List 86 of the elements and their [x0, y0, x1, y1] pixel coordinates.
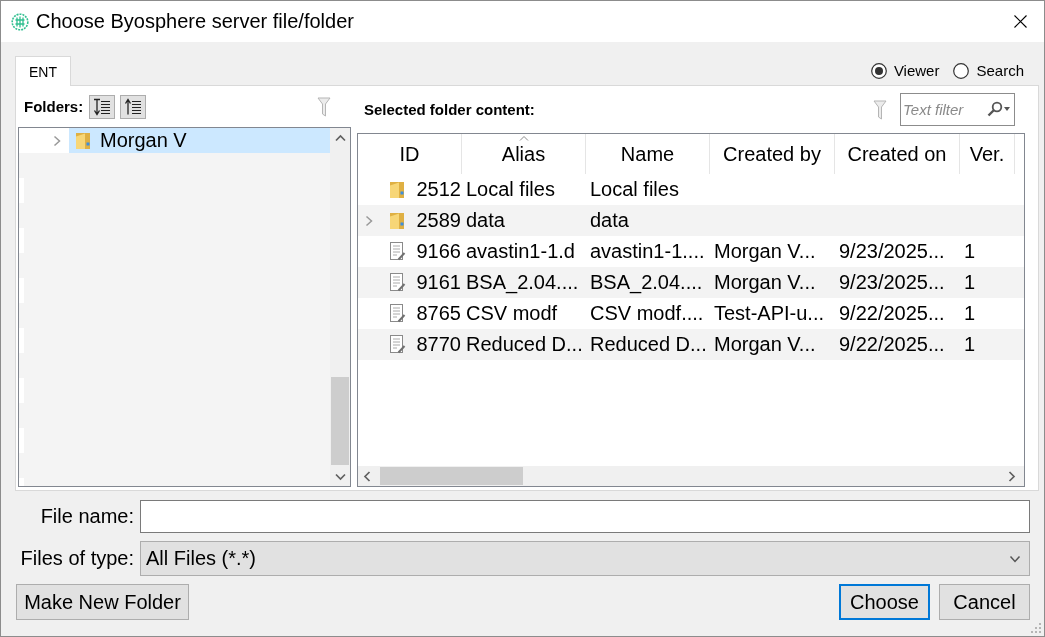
close-icon[interactable]: [1014, 15, 1027, 28]
window-title: Choose Byosphere server file/folder: [36, 10, 354, 33]
table-cell-text: 1: [963, 302, 976, 325]
column-header[interactable]: ID: [358, 134, 462, 174]
id-cell: 9166: [416, 240, 462, 263]
scrollbar-thumb[interactable]: [331, 377, 349, 465]
tab[interactable]: ENT: [15, 56, 71, 86]
table-cell-text: Morgan V...: [713, 333, 816, 356]
tree-item[interactable]: Morgan V: [69, 128, 330, 153]
sort-down-button[interactable]: [89, 94, 116, 119]
table-cell-text: data: [589, 209, 629, 232]
chevron-right-icon[interactable]: [53, 134, 61, 147]
column-header[interactable]: Created on: [835, 134, 960, 174]
app-logo-icon: [11, 12, 29, 31]
field-label: Files of type:: [20, 547, 134, 570]
column-header[interactable]: Name: [586, 134, 710, 174]
column-header[interactable]: Ver.: [960, 134, 1015, 174]
document-icon: [389, 335, 406, 354]
table-row[interactable]: 8765 CSV modf CSV modf.... Test-API-u... 9/22/2025... 1: [358, 298, 1024, 329]
document-icon: [389, 242, 406, 261]
radio-icon[interactable]: [953, 62, 970, 79]
table-cell-text: Morgan V...: [713, 271, 816, 294]
table-cell-text: avastin1-1....: [589, 240, 705, 263]
table-cell-text: Reduced D...: [465, 333, 583, 356]
table-row[interactable]: 2512 Local files Local files: [358, 174, 1024, 205]
table-cell-text: Local files: [465, 178, 555, 201]
table-cell-text: 9/23/2025...: [838, 240, 945, 263]
scrollbar-thumb[interactable]: [380, 467, 523, 485]
table-cell-text: data: [465, 209, 505, 232]
table-cell-text: 1: [963, 333, 976, 356]
table-cell-text: BSA_2.04....: [465, 271, 579, 294]
field-label: File name:: [40, 505, 134, 528]
chevron-down-icon[interactable]: [334, 471, 346, 481]
table-cell-text: CSV modf....: [589, 302, 704, 325]
table-cell-text: 1: [963, 240, 976, 263]
search-icon[interactable]: [987, 101, 1003, 117]
content-label: Selected folder content:: [364, 101, 535, 118]
folder-icon: [75, 131, 92, 150]
chevron-up-icon[interactable]: [334, 133, 346, 143]
table-cell-text: 1: [963, 271, 976, 294]
resize-grip-icon[interactable]: [1031, 623, 1041, 633]
id-cell: 8770: [416, 333, 462, 356]
sort-up-button[interactable]: [120, 94, 147, 119]
table-row[interactable]: 8770 Reduced D... Reduced D... Morgan V... 9/22/2025... 1: [358, 329, 1024, 360]
vertical-scrollbar[interactable]: [330, 128, 350, 486]
document-icon: [389, 304, 406, 323]
folder-icon: [389, 211, 406, 230]
table-cell-text: Local files: [589, 178, 679, 201]
document-icon: [389, 273, 406, 292]
make-folder-button[interactable]: Make New Folder: [16, 584, 189, 620]
table-cell-text: 9/23/2025...: [838, 271, 945, 294]
file-type-dropdown[interactable]: All Files (*.*): [140, 541, 1030, 576]
table-cell-text: Morgan V...: [713, 240, 816, 263]
dialog-button[interactable]: Cancel: [939, 584, 1030, 620]
arrow-down-lines-icon: [93, 97, 112, 116]
table-cell-text: BSA_2.04....: [589, 271, 703, 294]
dialog-button[interactable]: Choose: [839, 584, 930, 620]
chevron-right-icon[interactable]: [365, 214, 373, 227]
id-cell: 2512: [416, 178, 462, 201]
chevron-down-icon: [1009, 554, 1021, 563]
id-cell: 9161: [416, 271, 462, 294]
radio-icon[interactable]: [870, 62, 887, 79]
folders-label: Folders:: [24, 98, 84, 115]
column-header[interactable]: Created by: [710, 134, 835, 174]
arrow-up-lines-icon: [124, 97, 143, 116]
caret-down-icon[interactable]: [1004, 107, 1010, 111]
id-cell: 8765: [416, 302, 462, 325]
folder-icon: [389, 180, 406, 199]
chevron-left-icon[interactable]: [363, 470, 372, 482]
table-cell-text: avastin1-1.d: [465, 240, 575, 263]
table-cell-text: 9/22/2025...: [838, 302, 945, 325]
radio-option[interactable]: Viewer: [870, 62, 940, 79]
file-name-field[interactable]: [140, 500, 1030, 533]
radio-option[interactable]: Search: [953, 62, 1024, 79]
text-filter-field[interactable]: Text filter: [900, 93, 1015, 126]
table-row[interactable]: 2589 data data: [358, 205, 1024, 236]
table-cell-text: 9/22/2025...: [838, 333, 945, 356]
chevron-right-icon[interactable]: [1007, 470, 1016, 482]
table-row[interactable]: 9161 BSA_2.04.... BSA_2.04.... Morgan V... 9/23/2025... 1: [358, 267, 1024, 298]
table-row[interactable]: 9166 avastin1-1.d avastin1-1.... Morgan V... 9/23/2025... 1: [358, 236, 1024, 267]
horizontal-scrollbar[interactable]: [358, 466, 1024, 486]
table-cell-text: Test-API-u...: [713, 302, 825, 325]
id-cell: 2589: [416, 209, 462, 232]
column-header[interactable]: Alias: [462, 134, 586, 174]
table-cell-text: Reduced D...: [589, 333, 707, 356]
table-cell-text: CSV modf: [465, 302, 558, 325]
